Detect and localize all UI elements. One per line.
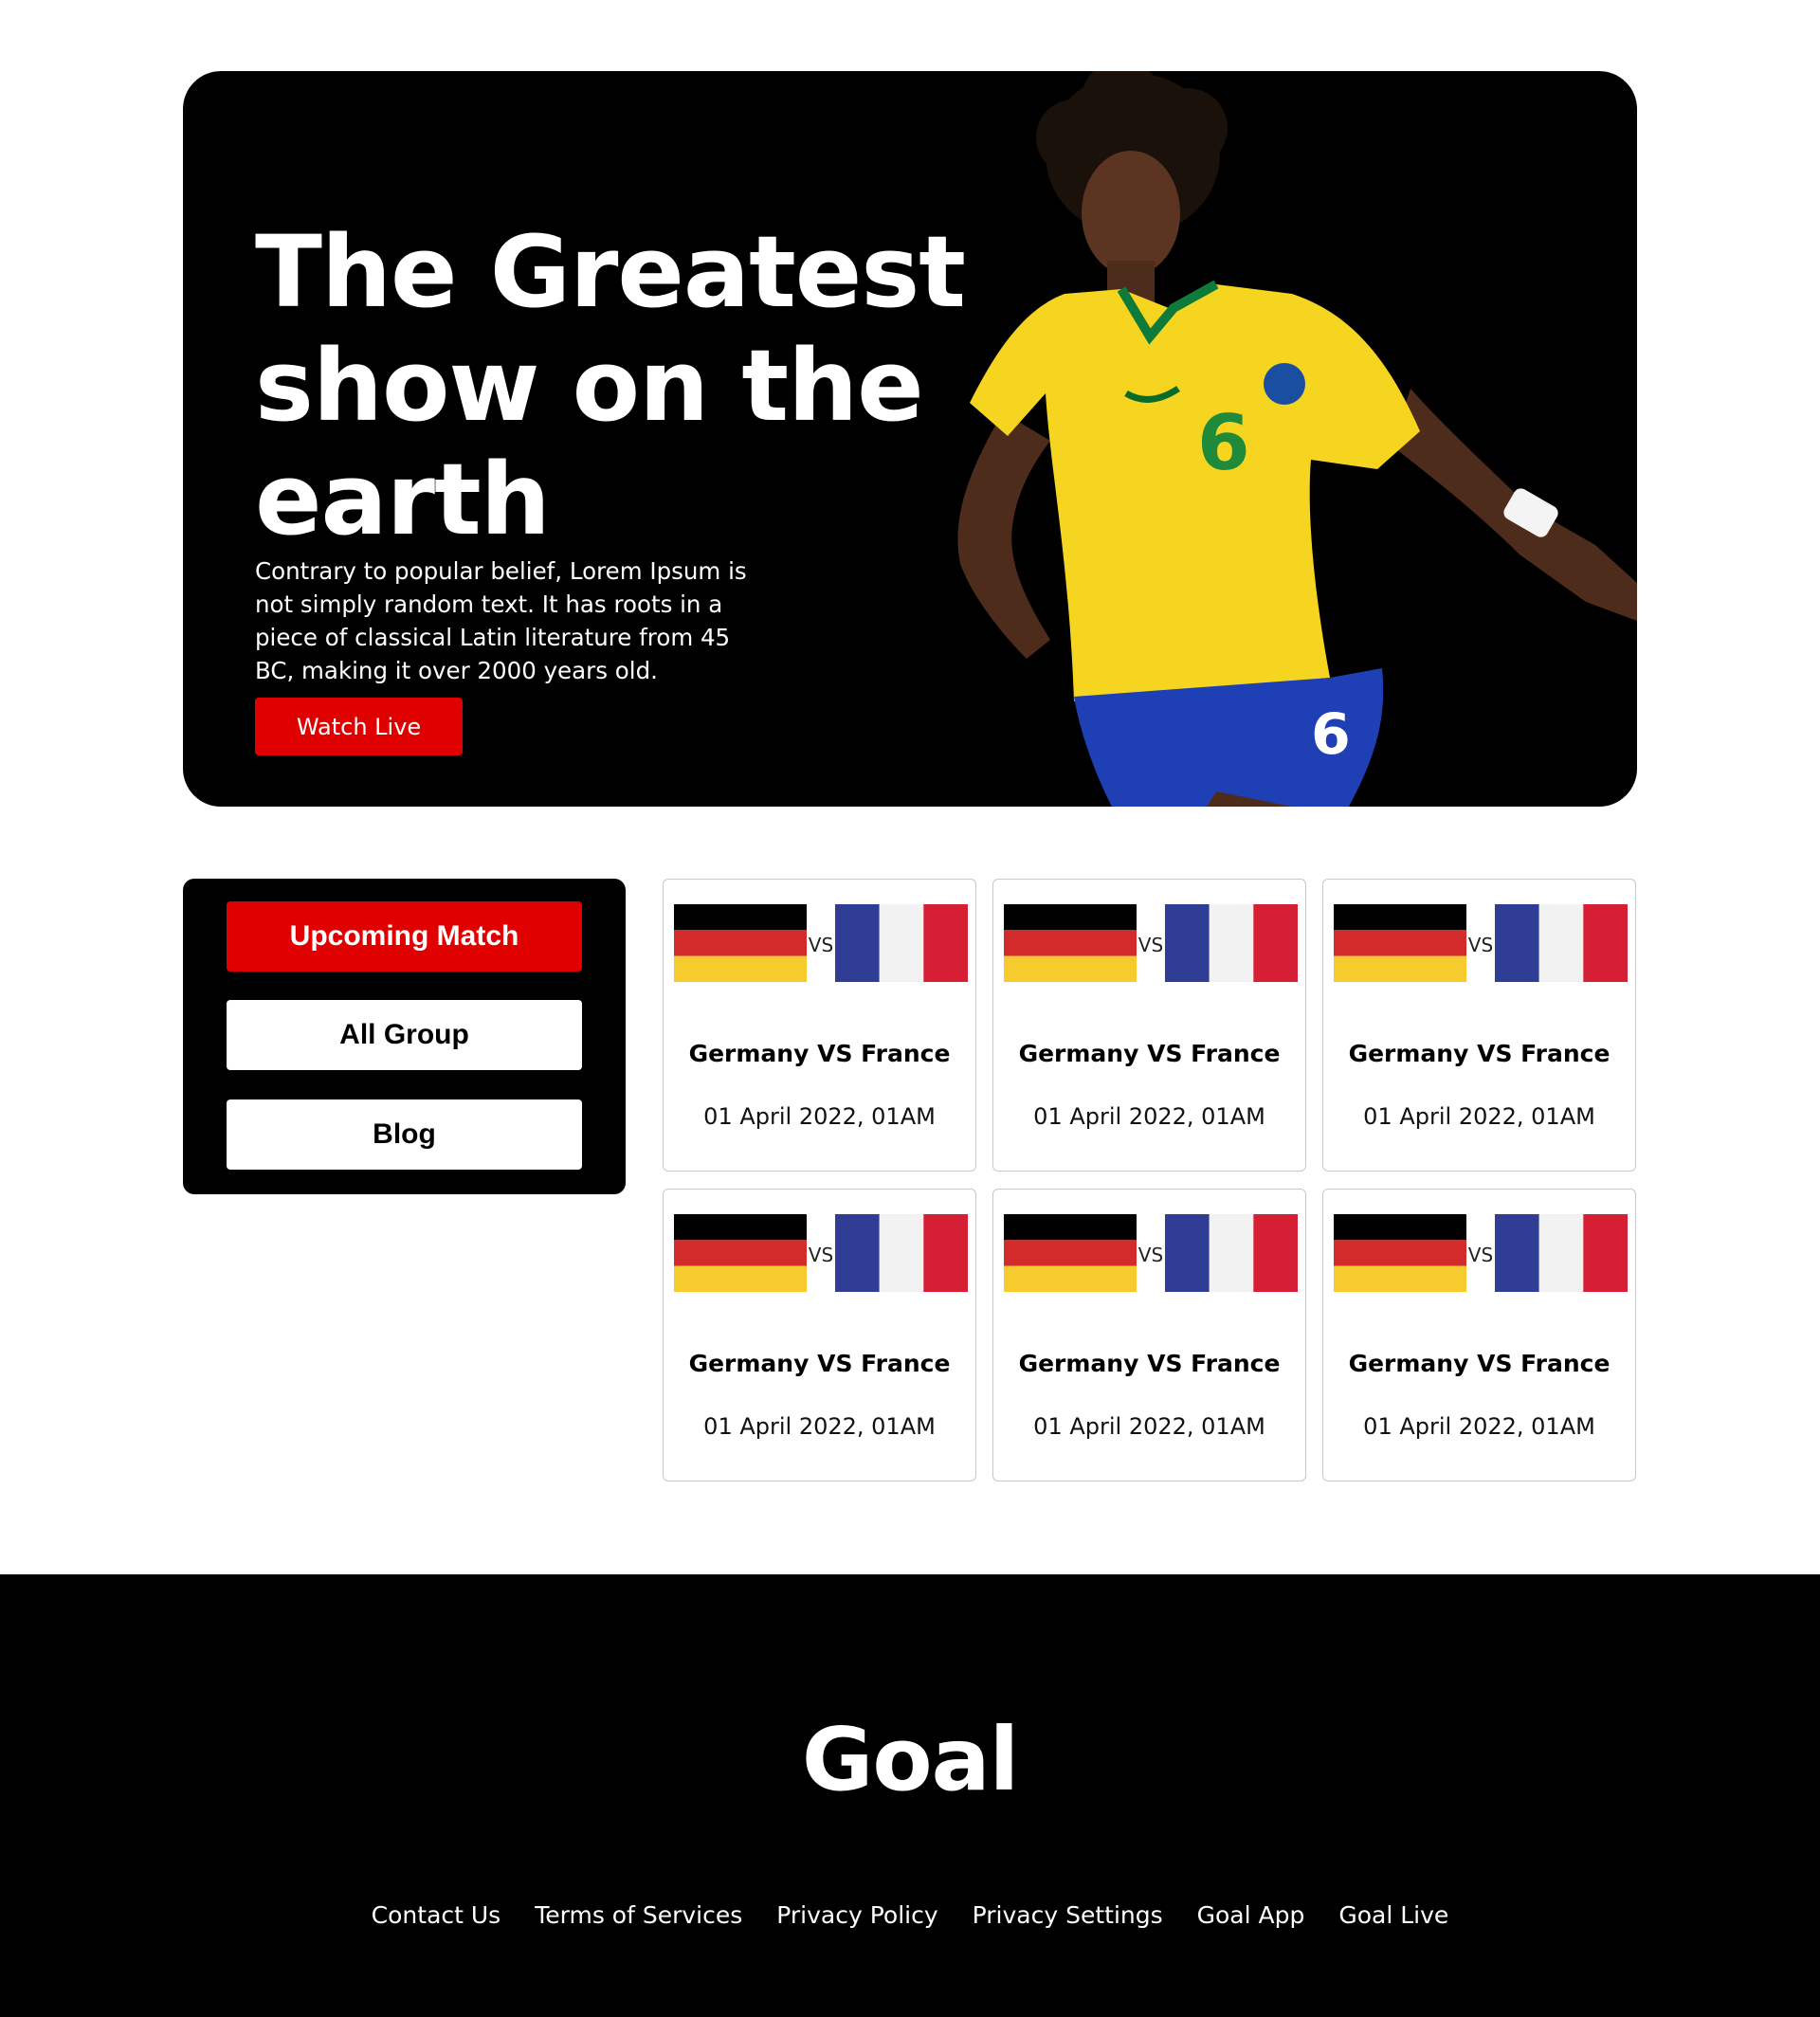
blog-button[interactable]: Blog <box>227 1099 582 1170</box>
footer-link-privacy-settings[interactable]: Privacy Settings <box>973 1901 1163 1929</box>
match-title: Germany VS France <box>688 1040 951 1067</box>
match-date: 01 April 2022, 01AM <box>1363 1103 1595 1130</box>
match-card[interactable]: VS Germany VS France 01 April 2022, 01AM <box>1322 879 1636 1172</box>
match-date: 01 April 2022, 01AM <box>1363 1413 1595 1440</box>
svg-text:6: 6 <box>1197 399 1250 487</box>
watch-live-button[interactable]: Watch Live <box>255 698 463 755</box>
germany-flag-icon <box>674 1214 807 1292</box>
germany-flag-icon <box>1004 1214 1137 1292</box>
footer-links: Contact Us Terms of Services Privacy Pol… <box>0 1901 1820 1929</box>
france-flag-icon <box>1165 1214 1298 1292</box>
germany-flag-icon <box>1334 904 1466 982</box>
germany-flag-icon <box>674 904 807 982</box>
hero-title: The Greatest show on the earth <box>255 214 966 557</box>
match-card[interactable]: VS Germany VS France 01 April 2022, 01AM <box>992 879 1306 1172</box>
footer-logo: Goal <box>801 1709 1019 1810</box>
versus-label: VS <box>1467 934 1494 956</box>
match-card[interactable]: VS Germany VS France 01 April 2022, 01AM <box>992 1189 1306 1481</box>
svg-text:6: 6 <box>1311 701 1351 768</box>
france-flag-icon <box>1495 904 1628 982</box>
match-title: Germany VS France <box>1018 1040 1281 1067</box>
football-player-image: 6 6 <box>957 71 1637 807</box>
versus-label: VS <box>808 934 834 956</box>
hero-description: Contrary to popular belief, Lorem Ipsum … <box>255 557 747 684</box>
match-title: Germany VS France <box>1348 1350 1611 1377</box>
france-flag-icon <box>1165 904 1298 982</box>
footer-link-privacy-policy[interactable]: Privacy Policy <box>776 1901 937 1929</box>
versus-label: VS <box>1138 934 1164 956</box>
page: The Greatest show on the earth Contrary … <box>0 0 1820 2017</box>
all-group-button[interactable]: All Group <box>227 1000 582 1070</box>
versus-label: VS <box>1467 1244 1494 1266</box>
match-date: 01 April 2022, 01AM <box>703 1413 936 1440</box>
match-title: Germany VS France <box>1348 1040 1611 1067</box>
hero-banner: The Greatest show on the earth Contrary … <box>183 71 1637 807</box>
footer-link-goal-app[interactable]: Goal App <box>1197 1901 1305 1929</box>
match-date: 01 April 2022, 01AM <box>703 1103 936 1130</box>
match-card[interactable]: VS Germany VS France 01 April 2022, 01AM <box>663 879 976 1172</box>
match-date: 01 April 2022, 01AM <box>1033 1103 1265 1130</box>
match-card[interactable]: VS Germany VS France 01 April 2022, 01AM <box>663 1189 976 1481</box>
footer-link-goal-live[interactable]: Goal Live <box>1338 1901 1448 1929</box>
france-flag-icon <box>835 904 968 982</box>
footer-link-contact-us[interactable]: Contact Us <box>372 1901 501 1929</box>
match-title: Germany VS France <box>688 1350 951 1377</box>
germany-flag-icon <box>1004 904 1137 982</box>
france-flag-icon <box>1495 1214 1628 1292</box>
match-title: Germany VS France <box>1018 1350 1281 1377</box>
match-date: 01 April 2022, 01AM <box>1033 1413 1265 1440</box>
match-category-sidebar: Upcoming Match All Group Blog <box>183 879 626 1194</box>
upcoming-match-button[interactable]: Upcoming Match <box>227 901 582 972</box>
footer-link-terms-of-services[interactable]: Terms of Services <box>535 1901 742 1929</box>
versus-label: VS <box>808 1244 834 1266</box>
germany-flag-icon <box>1334 1214 1466 1292</box>
match-card[interactable]: VS Germany VS France 01 April 2022, 01AM <box>1322 1189 1636 1481</box>
footer: Goal Contact Us Terms of Services Privac… <box>0 1574 1820 2017</box>
versus-label: VS <box>1138 1244 1164 1266</box>
france-flag-icon <box>835 1214 968 1292</box>
